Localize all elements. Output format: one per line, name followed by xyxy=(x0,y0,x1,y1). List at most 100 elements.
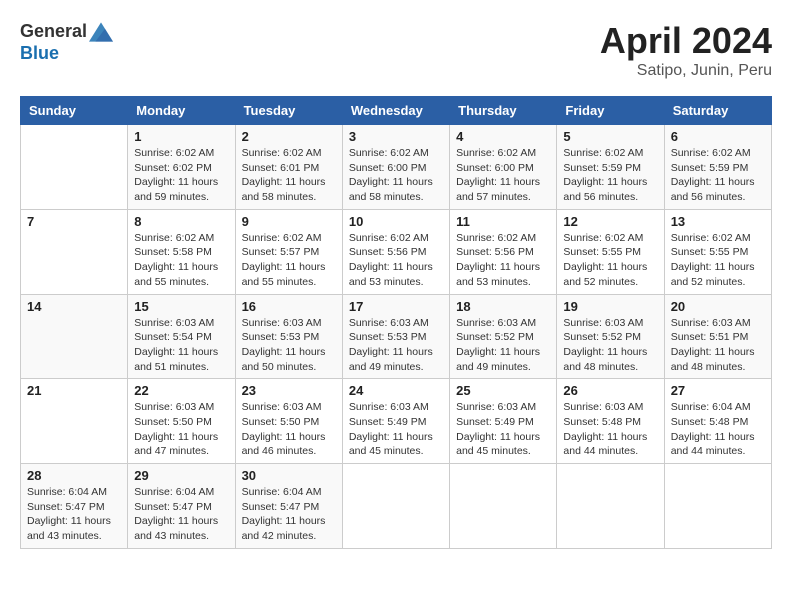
calendar-cell: 12 Sunrise: 6:02 AM Sunset: 5:55 PM Dayli… xyxy=(557,209,664,294)
day-info: Sunrise: 6:02 AM Sunset: 5:58 PM Dayligh… xyxy=(134,231,228,290)
day-number: 8 xyxy=(134,214,228,229)
calendar-cell: 11 Sunrise: 6:02 AM Sunset: 5:56 PM Dayli… xyxy=(450,209,557,294)
calendar-cell xyxy=(557,464,664,549)
day-info: Sunrise: 6:03 AM Sunset: 5:54 PM Dayligh… xyxy=(134,316,228,375)
day-number: 11 xyxy=(456,214,550,229)
calendar-week-row: 1Sunrise: 6:02 AM Sunset: 6:02 PM Daylig… xyxy=(21,125,772,210)
logo-general: General xyxy=(20,22,87,42)
calendar-cell xyxy=(450,464,557,549)
day-number: 4 xyxy=(456,129,550,144)
day-number: 30 xyxy=(242,468,336,483)
day-info: Sunrise: 6:03 AM Sunset: 5:52 PM Dayligh… xyxy=(563,316,657,375)
day-number: 23 xyxy=(242,383,336,398)
title-area: April 2024 Satipo, Junin, Peru xyxy=(600,20,772,80)
logo: General Blue xyxy=(20,20,113,64)
day-info: Sunrise: 6:04 AM Sunset: 5:47 PM Dayligh… xyxy=(134,485,228,544)
calendar-cell: 9 Sunrise: 6:02 AM Sunset: 5:57 PM Daylig… xyxy=(235,209,342,294)
calendar-week-row: 78 Sunrise: 6:02 AM Sunset: 5:58 PM Dayli… xyxy=(21,209,772,294)
day-number: 2 xyxy=(242,129,336,144)
day-info: Sunrise: 6:02 AM Sunset: 5:55 PM Dayligh… xyxy=(563,231,657,290)
calendar-cell: 26 Sunrise: 6:03 AM Sunset: 5:48 PM Dayli… xyxy=(557,379,664,464)
calendar-header-thursday: Thursday xyxy=(450,97,557,125)
calendar-cell: 19Sunrise: 6:03 AM Sunset: 5:52 PM Dayli… xyxy=(557,294,664,379)
calendar-cell: 22 Sunrise: 6:03 AM Sunset: 5:50 PM Dayli… xyxy=(128,379,235,464)
calendar-cell: 30 Sunrise: 6:04 AM Sunset: 5:47 PM Dayli… xyxy=(235,464,342,549)
day-number: 9 xyxy=(242,214,336,229)
day-info: Sunrise: 6:02 AM Sunset: 6:00 PM Dayligh… xyxy=(456,146,550,205)
calendar-cell: 27 Sunrise: 6:04 AM Sunset: 5:48 PM Dayli… xyxy=(664,379,771,464)
day-number: 25 xyxy=(456,383,550,398)
day-info: Sunrise: 6:03 AM Sunset: 5:53 PM Dayligh… xyxy=(349,316,443,375)
calendar-week-row: 14 15 Sunrise: 6:03 AM Sunset: 5:54 PM Day… xyxy=(21,294,772,379)
calendar-cell: 2 Sunrise: 6:02 AM Sunset: 6:01 PM Daylig… xyxy=(235,125,342,210)
day-info: Sunrise: 6:04 AM Sunset: 5:48 PM Dayligh… xyxy=(671,400,765,459)
day-info: Sunrise: 6:02 AM Sunset: 5:56 PM Dayligh… xyxy=(349,231,443,290)
day-info: Sunrise: 6:02 AM Sunset: 5:55 PM Dayligh… xyxy=(671,231,765,290)
month-title: April 2024 xyxy=(600,20,772,62)
day-info: Sunrise: 6:03 AM Sunset: 5:51 PM Dayligh… xyxy=(671,316,765,375)
calendar-cell: 13 Sunrise: 6:02 AM Sunset: 5:55 PM Dayli… xyxy=(664,209,771,294)
day-info: Sunrise: 6:03 AM Sunset: 5:52 PM Dayligh… xyxy=(456,316,550,375)
calendar-cell: 29 Sunrise: 6:04 AM Sunset: 5:47 PM Dayli… xyxy=(128,464,235,549)
calendar-cell: 20 Sunrise: 6:03 AM Sunset: 5:51 PM Dayli… xyxy=(664,294,771,379)
day-info: Sunrise: 6:02 AM Sunset: 6:00 PM Dayligh… xyxy=(349,146,443,205)
header: General Blue April 2024 Satipo, Junin, P… xyxy=(20,20,772,80)
calendar-header-tuesday: Tuesday xyxy=(235,97,342,125)
calendar-cell: 8 Sunrise: 6:02 AM Sunset: 5:58 PM Daylig… xyxy=(128,209,235,294)
day-info: Sunrise: 6:02 AM Sunset: 5:56 PM Dayligh… xyxy=(456,231,550,290)
day-number: 15 xyxy=(134,299,228,314)
day-number: 13 xyxy=(671,214,765,229)
calendar-cell: 25 Sunrise: 6:03 AM Sunset: 5:49 PM Dayli… xyxy=(450,379,557,464)
calendar-cell: 10 Sunrise: 6:02 AM Sunset: 5:56 PM Dayli… xyxy=(342,209,449,294)
calendar-cell: 7 xyxy=(21,209,128,294)
calendar-cell: 28 Sunrise: 6:04 AM Sunset: 5:47 PM Dayli… xyxy=(21,464,128,549)
location-title: Satipo, Junin, Peru xyxy=(600,62,772,80)
day-number: 6 xyxy=(671,129,765,144)
day-info: Sunrise: 6:03 AM Sunset: 5:49 PM Dayligh… xyxy=(349,400,443,459)
day-info: Sunrise: 6:04 AM Sunset: 5:47 PM Dayligh… xyxy=(242,485,336,544)
calendar-cell: 17 Sunrise: 6:03 AM Sunset: 5:53 PM Dayli… xyxy=(342,294,449,379)
calendar-header-friday: Friday xyxy=(557,97,664,125)
day-number: 26 xyxy=(563,383,657,398)
calendar-cell xyxy=(21,125,128,210)
calendar-cell: 3Sunrise: 6:02 AM Sunset: 6:00 PM Daylig… xyxy=(342,125,449,210)
logo-text: General Blue xyxy=(20,20,113,64)
calendar-cell: 15 Sunrise: 6:03 AM Sunset: 5:54 PM Dayli… xyxy=(128,294,235,379)
day-number: 5 xyxy=(563,129,657,144)
day-number: 28 xyxy=(27,468,121,483)
logo-blue: Blue xyxy=(20,44,113,64)
calendar-cell: 16Sunrise: 6:03 AM Sunset: 5:53 PM Dayli… xyxy=(235,294,342,379)
day-number: 29 xyxy=(134,468,228,483)
calendar-week-row: 28 Sunrise: 6:04 AM Sunset: 5:47 PM Dayli… xyxy=(21,464,772,549)
day-info: Sunrise: 6:03 AM Sunset: 5:48 PM Dayligh… xyxy=(563,400,657,459)
day-info: Sunrise: 6:02 AM Sunset: 5:59 PM Dayligh… xyxy=(671,146,765,205)
calendar-header-saturday: Saturday xyxy=(664,97,771,125)
day-number: 21 xyxy=(27,383,121,398)
day-number: 20 xyxy=(671,299,765,314)
day-info: Sunrise: 6:03 AM Sunset: 5:49 PM Dayligh… xyxy=(456,400,550,459)
day-number: 16 xyxy=(242,299,336,314)
calendar-header-sunday: Sunday xyxy=(21,97,128,125)
calendar-cell: 6 Sunrise: 6:02 AM Sunset: 5:59 PM Daylig… xyxy=(664,125,771,210)
day-number: 10 xyxy=(349,214,443,229)
day-info: Sunrise: 6:03 AM Sunset: 5:50 PM Dayligh… xyxy=(242,400,336,459)
calendar-cell: 18 Sunrise: 6:03 AM Sunset: 5:52 PM Dayli… xyxy=(450,294,557,379)
calendar-cell: 14 xyxy=(21,294,128,379)
day-number: 22 xyxy=(134,383,228,398)
calendar-header-row: SundayMondayTuesdayWednesdayThursdayFrid… xyxy=(21,97,772,125)
day-number: 14 xyxy=(27,299,121,314)
day-info: Sunrise: 6:03 AM Sunset: 5:50 PM Dayligh… xyxy=(134,400,228,459)
calendar-table: SundayMondayTuesdayWednesdayThursdayFrid… xyxy=(20,96,772,549)
day-number: 18 xyxy=(456,299,550,314)
calendar-cell xyxy=(342,464,449,549)
day-info: Sunrise: 6:04 AM Sunset: 5:47 PM Dayligh… xyxy=(27,485,121,544)
calendar-week-row: 21 22 Sunrise: 6:03 AM Sunset: 5:50 PM Day… xyxy=(21,379,772,464)
day-number: 17 xyxy=(349,299,443,314)
day-number: 12 xyxy=(563,214,657,229)
day-number: 27 xyxy=(671,383,765,398)
day-info: Sunrise: 6:02 AM Sunset: 5:57 PM Dayligh… xyxy=(242,231,336,290)
day-info: Sunrise: 6:02 AM Sunset: 6:01 PM Dayligh… xyxy=(242,146,336,205)
calendar-cell: 5Sunrise: 6:02 AM Sunset: 5:59 PM Daylig… xyxy=(557,125,664,210)
calendar-header-monday: Monday xyxy=(128,97,235,125)
calendar-cell: 23 Sunrise: 6:03 AM Sunset: 5:50 PM Dayli… xyxy=(235,379,342,464)
